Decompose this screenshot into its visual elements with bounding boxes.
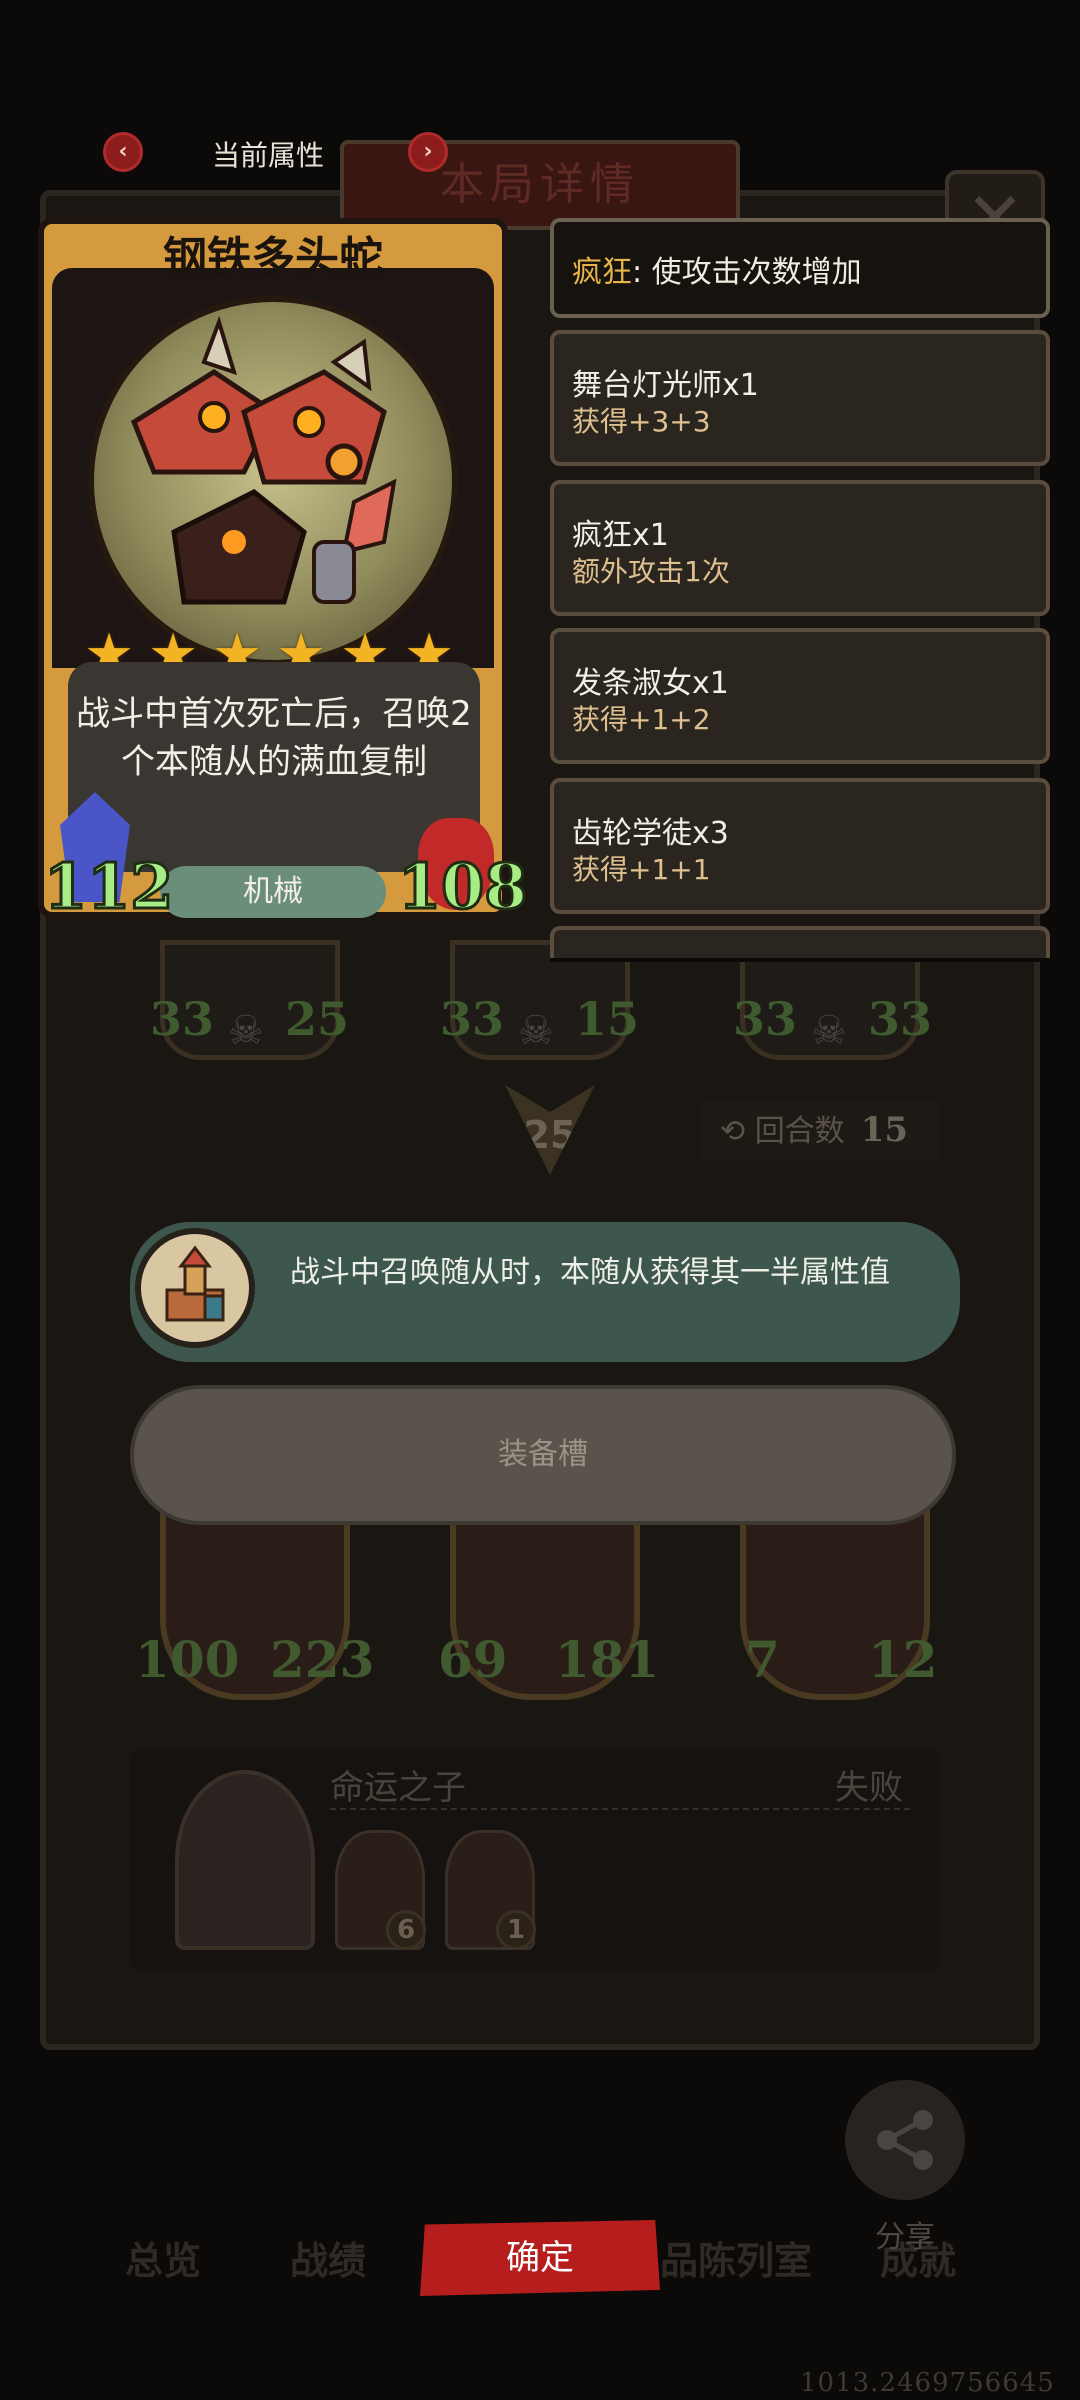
bottom-minion-1-health: 223 — [270, 1630, 375, 1689]
player-name: 命运之子 — [330, 1768, 466, 1808]
hydra-art-icon — [130, 315, 397, 605]
bottom-minion-2-attack: 69 — [438, 1630, 508, 1689]
skull-icon: ☠ — [811, 1008, 847, 1054]
tab-showcase[interactable]: 品陈列室 — [660, 2230, 812, 2285]
round-value: 15 — [860, 1110, 909, 1150]
share-icon — [877, 2110, 933, 2170]
card-health: 108 — [396, 849, 528, 925]
skill-tooltip-text: 战斗中召唤随从时，本随从获得其一半属性值 — [290, 1255, 890, 1290]
bottom-minion-2-health: 181 — [555, 1630, 660, 1689]
player-minion-1-badge: 6 — [386, 1910, 426, 1950]
top-minion-3-health: 33 — [868, 992, 933, 1046]
bottom-minion-3-attack: 7 — [745, 1630, 780, 1689]
player-result: 失败 — [835, 1768, 903, 1808]
attributes-title: 当前属性 — [212, 139, 325, 172]
share-button[interactable] — [845, 2080, 965, 2200]
round-label: 回合数 — [754, 1114, 845, 1149]
top-minion-1-health: 25 — [285, 992, 350, 1046]
coord-readout: 1013.2469756645 — [800, 2368, 1055, 2398]
panel-title: 本局详情 — [340, 140, 740, 230]
skull-icon: ☠ — [518, 1008, 554, 1054]
prev-arrow-button[interactable]: ‹ — [103, 132, 143, 172]
card-description: 战斗中首次死亡后，召唤2个本随从的满血复制 — [76, 694, 472, 782]
list-clip — [550, 958, 1050, 962]
top-minion-1-attack: 33 — [150, 992, 215, 1046]
next-arrow-button[interactable]: › — [408, 132, 448, 172]
card-tribe: 机械 — [160, 866, 386, 918]
skill-icon — [135, 1228, 255, 1348]
bottom-minion-3-health: 12 — [868, 1630, 938, 1689]
player-minion-2-badge: 1 — [496, 1910, 536, 1950]
buff-name: 发条淑女x1 — [572, 666, 729, 701]
bottom-minion-1-attack: 100 — [135, 1630, 240, 1689]
keyword-text: : 使攻击次数增加 — [632, 255, 862, 290]
buff-name: 疯狂x1 — [572, 518, 669, 553]
top-minion-2-attack: 33 — [440, 992, 505, 1046]
castle-icon — [165, 1245, 225, 1322]
tab-overview[interactable]: 总览 — [125, 2230, 201, 2285]
divider — [330, 1808, 910, 1810]
card-attack: 112 — [42, 849, 174, 925]
card-name: 钢铁多头蛇 — [163, 233, 383, 284]
round-icon: ⟲ — [720, 1114, 755, 1149]
tab-record[interactable]: 战绩 — [290, 2230, 366, 2285]
keyword-name: 疯狂 — [572, 255, 632, 290]
confirm-button[interactable]: 确定 — [420, 2220, 660, 2296]
top-minion-3-attack: 33 — [733, 992, 798, 1046]
round-counter: ⟲ 回合数 15 — [700, 1100, 940, 1160]
share-label: 分享 — [875, 2220, 935, 2255]
skull-icon: ☠ — [228, 1008, 264, 1054]
buff-item-partial — [550, 926, 1050, 960]
buff-desc: 获得+1+1 — [572, 853, 711, 886]
card-art — [88, 296, 458, 666]
buff-desc: 获得+1+2 — [572, 703, 711, 736]
equipment-slot[interactable]: 装备槽 — [130, 1385, 956, 1525]
buff-name: 齿轮学徒x3 — [572, 816, 729, 851]
top-minion-2-health: 15 — [575, 992, 640, 1046]
buff-desc: 获得+3+3 — [572, 405, 711, 438]
player-avatar — [175, 1770, 315, 1950]
keyword-line: 疯狂: 使攻击次数增加 — [572, 247, 862, 291]
buff-name: 舞台灯光师x1 — [572, 368, 759, 403]
buff-desc: 额外攻击1次 — [572, 555, 730, 588]
